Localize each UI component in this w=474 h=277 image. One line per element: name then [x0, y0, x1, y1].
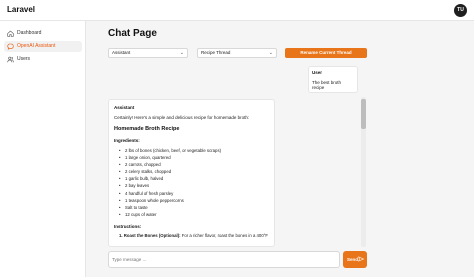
list-item: 1 large onion, quartered — [114, 154, 269, 161]
list-item: 12 cups of water — [114, 211, 269, 218]
send-icon — [358, 256, 364, 262]
assistant-message-bubble: Assistant Certainly! Here's a simple and… — [108, 99, 275, 247]
assistant-select-value: Assistant — [112, 50, 131, 55]
sidebar-item-users[interactable]: Users — [4, 54, 82, 65]
recipe-title: Homemade Broth Recipe — [114, 126, 180, 132]
list-item: 2 carrots, chopped — [114, 161, 269, 168]
list-item: 1 teaspoon whole peppercorns — [114, 197, 269, 204]
sidebar-item-dashboard[interactable]: Dashboard — [4, 28, 82, 39]
sidebar-item-label: OpenAI Assistant — [17, 43, 56, 49]
message-text: The best broth recipe — [312, 80, 342, 90]
list-item: 1 garlic bulb, halved — [114, 175, 269, 182]
users-icon — [7, 56, 14, 63]
ingredients-heading: Ingredients: — [114, 138, 140, 143]
thread-select-value: Recipe Thread — [201, 50, 231, 55]
ingredients-list: 2 lbs of bones (chicken, beef, or vegeta… — [114, 147, 269, 218]
step-title: 1. Roast the Bones (Optional): — [119, 232, 181, 238]
message-intro: Certainly! Here's a simple and delicious… — [114, 115, 250, 120]
sidebar: Dashboard OpenAI Assistant Users — [0, 21, 86, 277]
list-item: 2 lbs of bones (chicken, beef, or vegeta… — [114, 147, 269, 154]
message-role: User — [312, 70, 323, 75]
sidebar-item-label: Dashboard — [17, 30, 42, 36]
user-message-bubble: User The best broth recipe — [308, 66, 358, 93]
chat-scrollbar[interactable] — [361, 97, 366, 247]
chat-bubble-icon — [7, 43, 14, 50]
sidebar-item-label: Users — [17, 56, 31, 62]
list-item: 2 bay leaves — [114, 182, 269, 189]
send-button[interactable]: Send — [343, 251, 367, 268]
chevron-down-icon: ⌄ — [268, 50, 273, 56]
chevron-down-icon: ⌄ — [179, 50, 184, 56]
scrollbar-thumb[interactable] — [361, 99, 366, 129]
assistant-select[interactable]: Assistant ⌄ — [108, 48, 188, 58]
send-label: Send — [347, 257, 359, 262]
step-text: For a richer flavor, roast the bones in … — [180, 232, 269, 238]
list-item: 2 celery stalks, chopped — [114, 168, 269, 175]
page-title: Chat Page — [108, 28, 157, 39]
list-item: 4 handful of fresh parsley — [114, 190, 269, 197]
rename-thread-button[interactable]: Rename Current Thread — [285, 48, 367, 58]
sidebar-item-openai-assistant[interactable]: OpenAI Assistant — [4, 41, 82, 52]
home-icon — [7, 30, 14, 37]
message-input[interactable] — [108, 251, 340, 268]
brand-logo[interactable]: Laravel — [7, 5, 35, 14]
instructions-heading: Instructions: — [114, 223, 142, 229]
list-item: Salt to taste — [114, 204, 269, 211]
thread-select[interactable]: Recipe Thread ⌄ — [197, 48, 277, 58]
message-role: Assistant — [114, 105, 135, 110]
user-avatar[interactable]: TU — [454, 4, 467, 17]
instruction-step: 1. Roast the Bones (Optional): For a ric… — [114, 233, 269, 238]
top-navbar: Laravel TU — [0, 0, 474, 21]
